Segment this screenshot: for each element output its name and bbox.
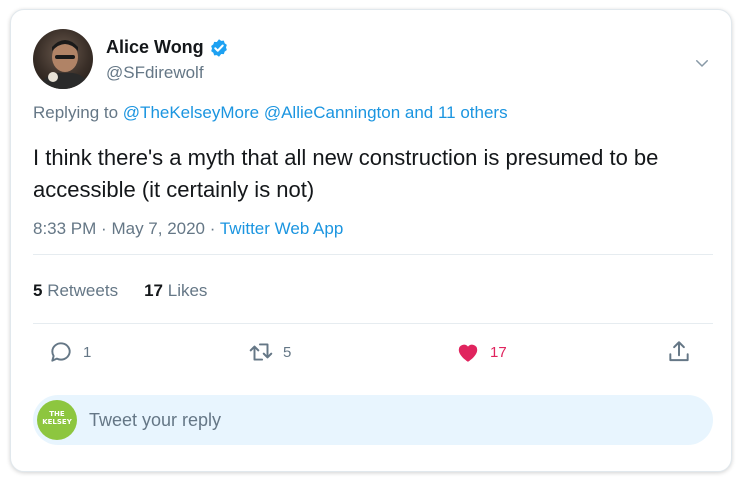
share-icon	[669, 341, 689, 362]
author-name-row[interactable]: Alice Wong	[106, 37, 229, 58]
tweet-time[interactable]: 8:33 PM	[33, 219, 96, 238]
replying-to: Replying to @TheKelseyMore @AllieCanning…	[33, 103, 508, 123]
reply-placeholder: Tweet your reply	[89, 410, 222, 430]
like-count: 17	[490, 343, 507, 361]
heart-icon	[458, 344, 478, 362]
author-name[interactable]: Alice Wong	[106, 37, 204, 58]
likes-stat[interactable]: 17 Likes	[144, 281, 207, 301]
action-bar: 1 5 17	[33, 339, 713, 369]
reply-count: 1	[83, 343, 92, 361]
reply-button[interactable]: 1	[48, 339, 91, 365]
tweet-meta: 8:33 PM · May 7, 2020 · Twitter Web App	[33, 219, 343, 239]
divider	[33, 254, 713, 255]
share-button[interactable]	[666, 339, 692, 365]
tweet-card: Alice Wong @SFdirewolf Replying to @TheK…	[10, 9, 732, 472]
likes-count: 17	[144, 281, 163, 300]
verified-badge-icon	[210, 38, 227, 57]
user-avatar: THE KELSEY	[37, 400, 77, 440]
divider	[33, 323, 713, 324]
reply-icon	[51, 342, 71, 362]
replying-mentions-link[interactable]: @TheKelseyMore @AllieCannington and 11 o…	[123, 103, 508, 122]
author-photo-icon	[39, 40, 91, 89]
tweet-text: I think there's a myth that all new cons…	[33, 145, 659, 202]
replying-prefix: Replying to	[33, 103, 119, 122]
chevron-down-icon[interactable]	[693, 54, 711, 72]
retweets-stat[interactable]: 5 Retweets	[33, 281, 118, 301]
reply-input[interactable]: THE KELSEY Tweet your reply	[33, 395, 713, 445]
tweet-source-link[interactable]: Twitter Web App	[220, 219, 343, 238]
retweet-button[interactable]: 5	[248, 339, 291, 365]
likes-label: Likes	[167, 281, 208, 300]
retweet-count: 5	[283, 343, 292, 361]
meta-separator: ·	[209, 219, 216, 238]
author-handle[interactable]: @SFdirewolf	[106, 63, 204, 83]
retweet-icon	[249, 343, 273, 361]
like-button[interactable]: 17	[455, 339, 507, 365]
author-avatar[interactable]	[33, 29, 93, 89]
meta-separator: ·	[101, 219, 107, 238]
tweet-date[interactable]: May 7, 2020	[111, 219, 205, 238]
tweet-stats: 5 Retweets 17 Likes	[33, 281, 207, 301]
retweets-label: Retweets	[47, 281, 119, 300]
retweets-count: 5	[33, 281, 43, 300]
